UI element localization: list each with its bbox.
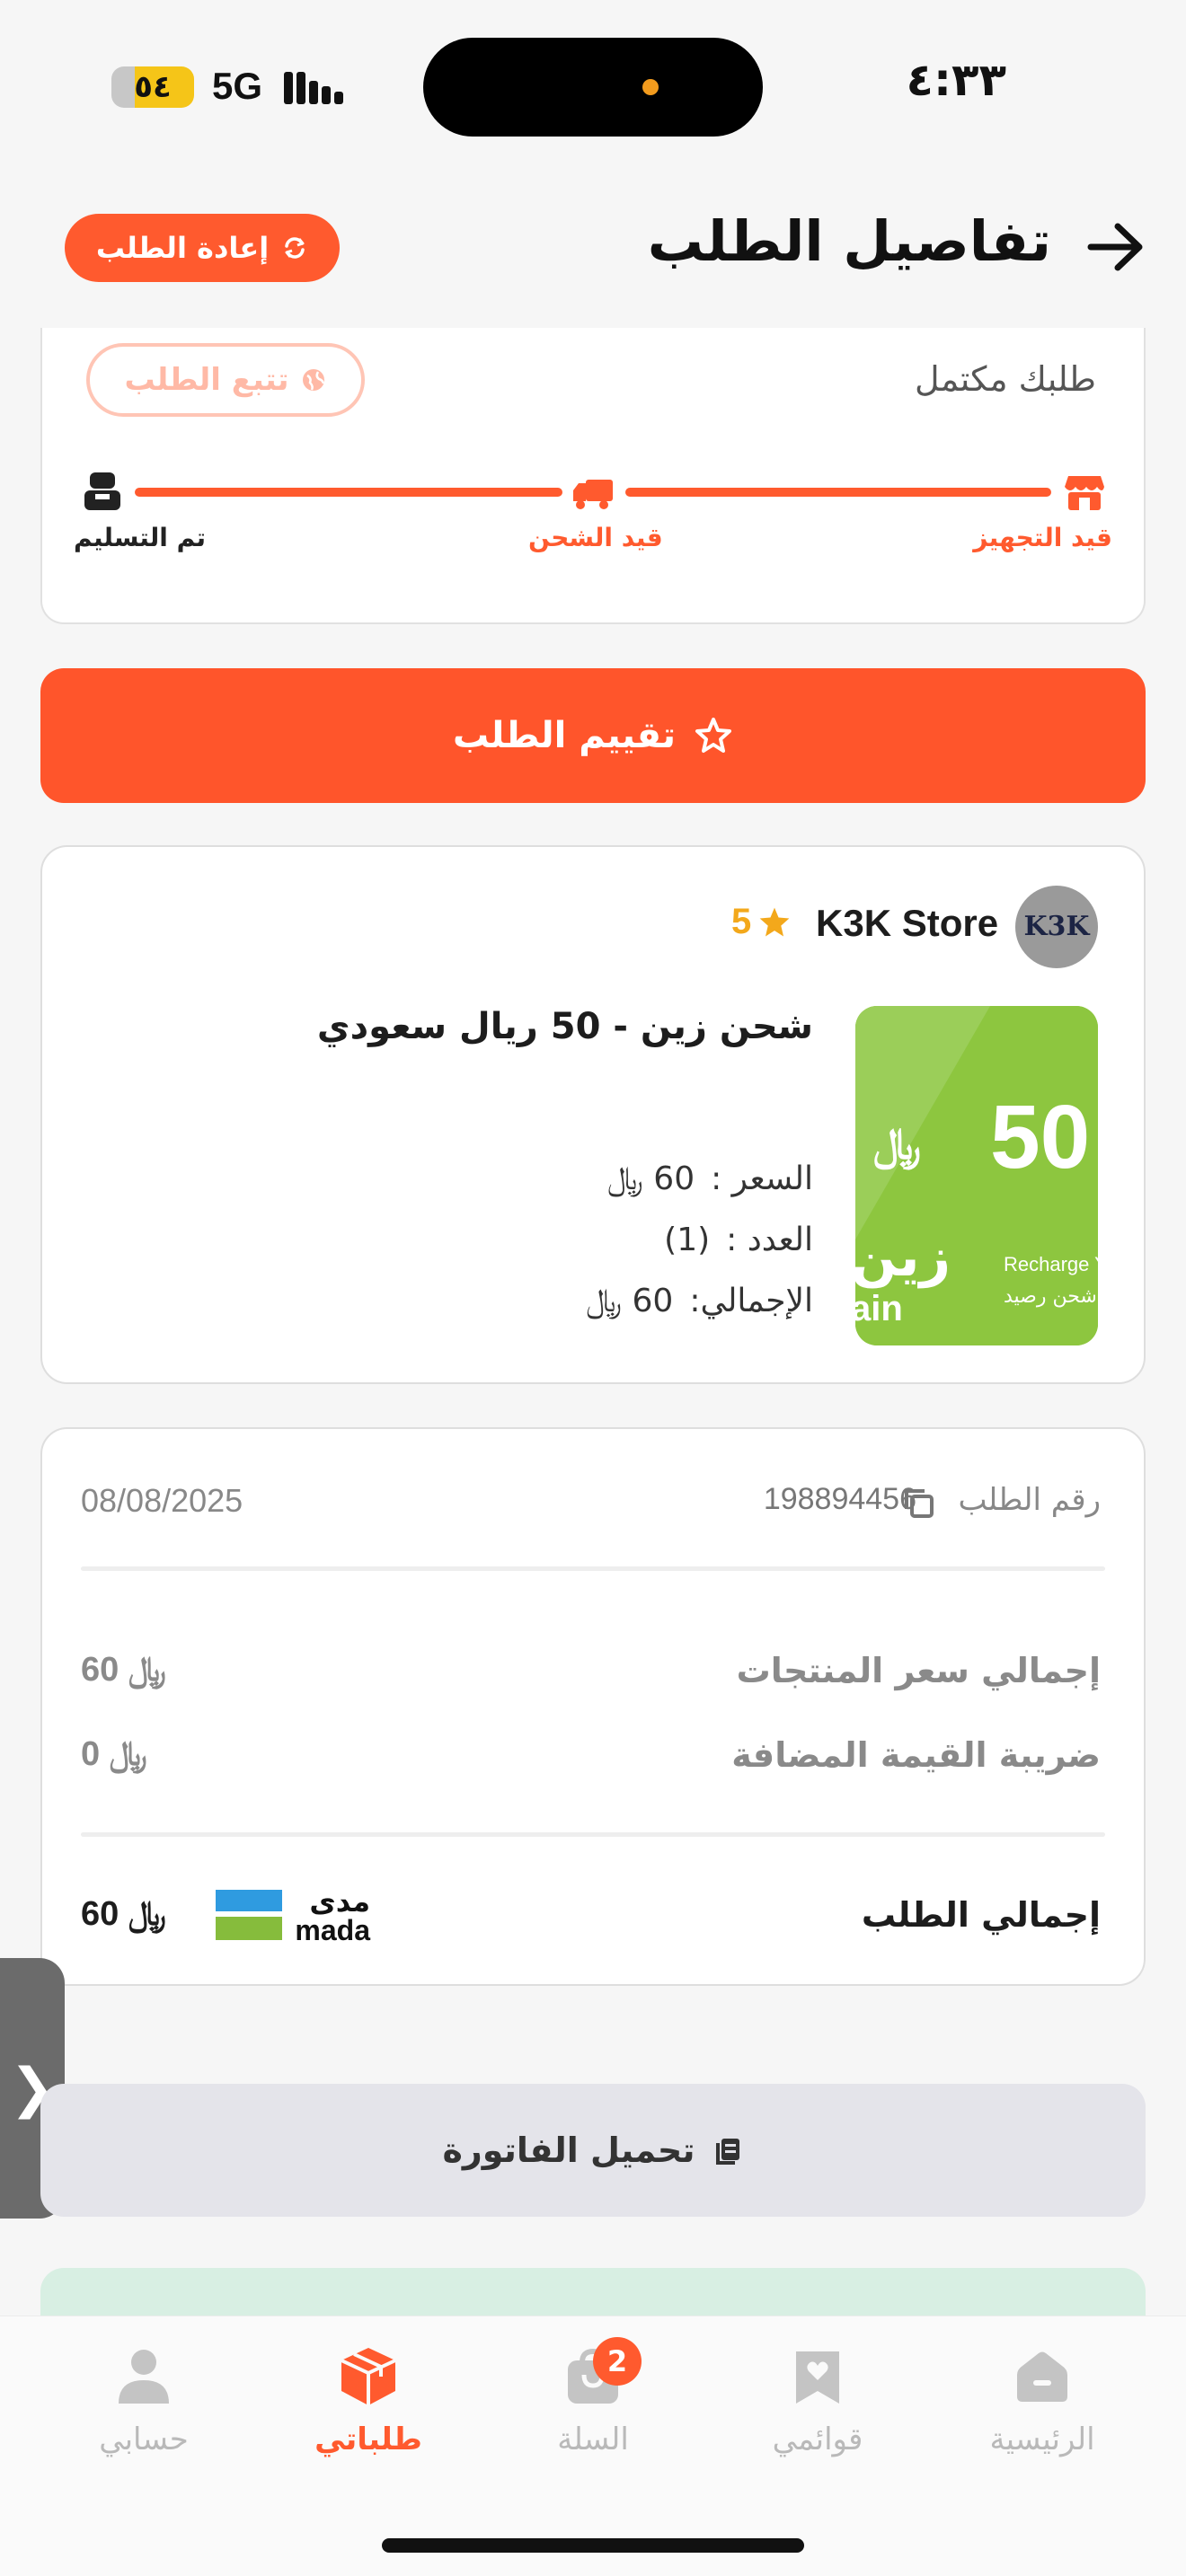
- battery-level: ٥٤: [134, 69, 172, 105]
- product-image-brand-en: ain: [855, 1289, 903, 1328]
- track-order-label: تتبع الطلب: [124, 362, 289, 398]
- svg-text:﷼: ﷼: [873, 1119, 921, 1171]
- order-number: 198894456: [763, 1482, 916, 1516]
- star-outline-icon: [695, 718, 732, 753]
- order-total-label: إجمالي الطلب: [861, 1895, 1101, 1935]
- nav-orders-label: طلباتي: [314, 2422, 422, 2457]
- product-image-caption-ar: ة شحن رصيد: [1004, 1285, 1098, 1308]
- divider: [81, 1832, 1105, 1837]
- bookmark-heart-icon: [796, 2351, 839, 2404]
- nav-home[interactable]: الرئيسية: [952, 2344, 1132, 2479]
- subtotal-label: إجمالي سعر المنتجات: [736, 1651, 1101, 1690]
- progress-line-prep-ship: [625, 488, 1051, 497]
- qty-label: العدد :: [726, 1222, 813, 1258]
- order-status-text: طلبك مكتمل: [915, 359, 1096, 399]
- product-image-caption-en: Recharge You: [1004, 1253, 1098, 1275]
- product-image[interactable]: 50 ﷼ زين ain Recharge You ة شحن رصيد: [855, 1006, 1098, 1345]
- home-indicator: [382, 2538, 804, 2553]
- document-icon: [715, 2139, 739, 2165]
- divider: [81, 1566, 1105, 1571]
- nav-lists[interactable]: قوائمي: [728, 2344, 907, 2479]
- store-rating-value: 5: [731, 902, 752, 941]
- nav-home-label: الرئيسية: [989, 2422, 1095, 2457]
- download-invoice-label: تحميل الفاتورة: [442, 2130, 695, 2170]
- product-price-row: السعر : 60 ﷼: [607, 1160, 813, 1198]
- mada-logo-icon: مدى mada: [216, 1884, 370, 1945]
- store-rating: 5: [731, 902, 792, 942]
- order-number-label: رقم الطلب: [958, 1482, 1101, 1518]
- nav-lists-label: قوائمي: [772, 2422, 863, 2457]
- step-ship-label: قيد الشحن: [528, 523, 663, 552]
- delivery-person-icon: [84, 472, 120, 510]
- truck-icon: [573, 480, 613, 509]
- refresh-icon: [285, 237, 305, 259]
- download-invoice-button[interactable]: تحميل الفاتورة: [40, 2084, 1146, 2217]
- zain-recharge-card-image: 50 ﷼ زين ain Recharge You ة شحن رصيد: [855, 1006, 1098, 1345]
- product-qty-row: العدد : (1): [664, 1222, 813, 1258]
- nav-orders[interactable]: طلباتي: [279, 2344, 458, 2479]
- star-icon: [759, 907, 790, 936]
- store-name[interactable]: K3K Store: [816, 902, 998, 945]
- cellular-signal-icon: [284, 72, 343, 104]
- vat-value: ﷼ 0: [81, 1735, 147, 1773]
- price-value: 60 ﷼: [607, 1160, 695, 1197]
- qty-value: (1): [664, 1222, 711, 1258]
- store-logo[interactable]: K3K: [1015, 886, 1098, 968]
- product-total-row: الإجمالي: 60 ﷼: [586, 1283, 813, 1320]
- product-total-value: 60 ﷼: [586, 1283, 674, 1319]
- rate-order-button[interactable]: تقييم الطلب: [40, 668, 1146, 803]
- nav-account[interactable]: حسابي: [54, 2344, 234, 2479]
- user-icon: [119, 2350, 169, 2404]
- step-prep-label: قيد التجهيز: [973, 523, 1112, 552]
- nav-account-label: حسابي: [99, 2422, 189, 2457]
- rate-order-label: تقييم الطلب: [452, 715, 677, 756]
- globe-icon: [302, 369, 324, 391]
- progress-line-ship-delivered: [135, 488, 562, 497]
- status-time: ٤:٣٣: [906, 54, 1006, 106]
- store-icon: [1065, 476, 1104, 510]
- track-order-button[interactable]: تتبع الطلب: [86, 343, 365, 417]
- network-type: 5G: [212, 65, 263, 107]
- home-icon: [1017, 2351, 1067, 2402]
- camera-indicator-dot: [642, 79, 659, 95]
- vat-label: ضريبة القيمة المضافة: [731, 1735, 1101, 1775]
- product-name[interactable]: شحن زين - 50 ريال سعودي: [317, 1006, 813, 1047]
- nav-cart-label: السلة: [557, 2422, 629, 2457]
- page-title: تفاصيل الطلب: [647, 208, 1051, 274]
- reorder-label: إعادة الطلب: [95, 231, 270, 265]
- product-image-brand-ar: زين: [855, 1226, 951, 1289]
- dynamic-island: [423, 38, 763, 137]
- subtotal-value: ﷼ 60: [81, 1651, 166, 1689]
- product-image-amount: 50: [990, 1087, 1090, 1187]
- product-total-label: الإجمالي:: [689, 1283, 813, 1319]
- order-date: 08/08/2025: [81, 1482, 243, 1519]
- price-label: السعر :: [711, 1160, 813, 1197]
- package-icon: [341, 2348, 396, 2405]
- mada-en-text: mada: [295, 1914, 370, 1945]
- cart-count-badge: 2: [593, 2337, 642, 2386]
- order-total-value: ﷼ 60: [81, 1895, 166, 1933]
- reorder-button[interactable]: إعادة الطلب: [65, 214, 340, 282]
- step-delivered-label: تم التسليم: [74, 523, 207, 552]
- back-arrow-icon[interactable]: [1084, 216, 1146, 278]
